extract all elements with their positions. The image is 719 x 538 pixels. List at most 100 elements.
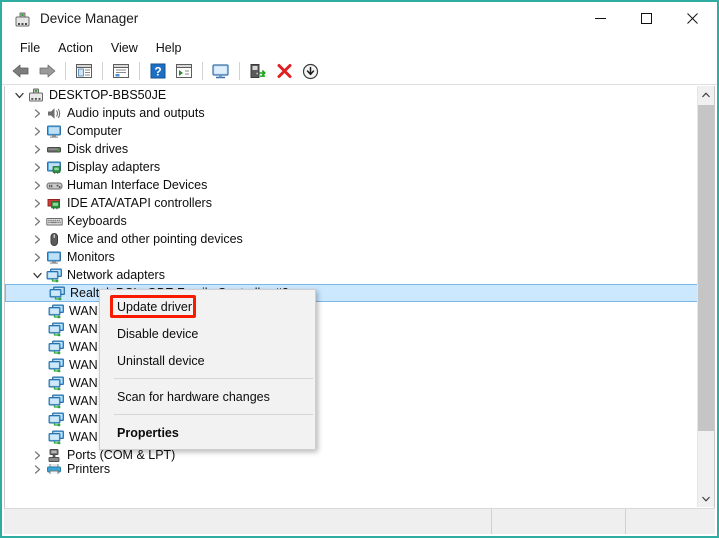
printer-icon (45, 464, 63, 474)
tree-item-computer[interactable]: Computer (5, 122, 699, 140)
context-menu-item-disable-device[interactable]: Disable device (100, 320, 315, 347)
device-manager-icon (14, 12, 31, 28)
context-menu-item-properties[interactable]: Properties (100, 419, 315, 446)
hid-icon (45, 177, 63, 193)
menu-bar: File Action View Help (2, 38, 717, 58)
svg-text:?: ? (154, 65, 161, 79)
tree-item-disk-drives[interactable]: Disk drives (5, 140, 699, 158)
tree-item-display-adapters[interactable]: Display adapters (5, 158, 699, 176)
disk-icon (45, 141, 63, 157)
tree-item-label: Printers (67, 464, 111, 474)
close-button[interactable] (669, 2, 715, 34)
menu-help[interactable]: Help (147, 39, 191, 57)
scroll-up-arrow-icon[interactable] (698, 86, 714, 103)
keyboard-icon (45, 213, 63, 229)
context-menu-separator (114, 414, 313, 415)
tree-item-monitors[interactable]: Monitors (5, 248, 699, 266)
back-arrow-icon[interactable] (8, 59, 34, 83)
context-menu-item-uninstall-device[interactable]: Uninstall device (100, 347, 315, 374)
status-cell-main (4, 509, 492, 534)
title-bar: Device Manager (2, 2, 717, 38)
display-adapter-icon (45, 159, 63, 175)
computer-root-icon (27, 87, 45, 103)
tree-item-mice[interactable]: Mice and other pointing devices (5, 230, 699, 248)
minimize-button[interactable] (577, 2, 623, 34)
menu-file[interactable]: File (11, 39, 49, 57)
ide-controller-icon (45, 195, 63, 211)
help-icon[interactable]: ? (145, 59, 171, 83)
menu-action[interactable]: Action (49, 39, 102, 57)
scroll-down-arrow-icon[interactable] (698, 490, 714, 507)
uninstall-device-icon[interactable] (271, 59, 297, 83)
context-menu-item-update-driver[interactable]: Update driver (100, 293, 315, 320)
tree-item-network-adapters[interactable]: Network adapters (5, 266, 699, 284)
chevron-right-icon[interactable] (29, 195, 45, 211)
vertical-scrollbar[interactable] (697, 86, 714, 507)
tree-item-label: Network adapters (67, 268, 165, 282)
network-device-icon (47, 339, 65, 355)
tree-item-audio[interactable]: Audio inputs and outputs (5, 104, 699, 122)
mouse-icon (45, 231, 63, 247)
port-icon (45, 447, 63, 463)
context-menu-item-scan-for-hardware-changes[interactable]: Scan for hardware changes (100, 383, 315, 410)
monitor-icon (45, 249, 63, 265)
network-device-icon (47, 321, 65, 337)
tree-item-label: Human Interface Devices (67, 178, 208, 192)
status-cell-tertiary (626, 509, 715, 534)
scrollbar-thumb[interactable] (698, 105, 714, 431)
tree-item-label: Monitors (67, 250, 115, 264)
chevron-right-icon[interactable] (29, 177, 45, 193)
maximize-button[interactable] (623, 2, 669, 34)
chevron-right-icon[interactable] (29, 249, 45, 265)
status-bar (4, 508, 715, 534)
toolbar-separator (65, 62, 66, 80)
toolbar-separator (102, 62, 103, 80)
speaker-icon (45, 105, 63, 121)
chevron-right-icon[interactable] (29, 159, 45, 175)
tree-item-printers[interactable]: Printers (5, 464, 699, 474)
network-device-icon (47, 411, 65, 427)
chevron-right-icon[interactable] (29, 213, 45, 229)
forward-arrow-icon[interactable] (34, 59, 60, 83)
device-tree-pane: DESKTOP-BBS50JE Audio inputs and outputs (4, 86, 715, 509)
tree-item-keyboards[interactable]: Keyboards (5, 212, 699, 230)
toolbar: ? (2, 58, 717, 85)
tree-item-label: Keyboards (67, 214, 127, 228)
status-cell-secondary (492, 509, 626, 534)
network-device-icon (47, 303, 65, 319)
show-hide-console-tree-icon[interactable] (71, 59, 97, 83)
monitor-icon (45, 123, 63, 139)
tree-item-hid[interactable]: Human Interface Devices (5, 176, 699, 194)
chevron-right-icon[interactable] (29, 231, 45, 247)
tree-item-label: IDE ATA/ATAPI controllers (67, 196, 212, 210)
scan-hardware-changes-icon[interactable] (208, 59, 234, 83)
chevron-down-icon[interactable] (11, 87, 27, 103)
chevron-right-icon[interactable] (29, 464, 45, 474)
toolbar-separator (239, 62, 240, 80)
window-title: Device Manager (40, 11, 139, 26)
network-device-icon (47, 357, 65, 373)
tree-item-ide-controllers[interactable]: IDE ATA/ATAPI controllers (5, 194, 699, 212)
chevron-right-icon[interactable] (29, 123, 45, 139)
network-device-icon (47, 375, 65, 391)
update-driver-icon[interactable] (245, 59, 271, 83)
action-menu-icon[interactable] (171, 59, 197, 83)
tree-item-label: Display adapters (67, 160, 161, 174)
context-menu: Update driver Disable device Uninstall d… (99, 289, 316, 450)
toolbar-separator (139, 62, 140, 80)
device-manager-window: Device Manager File Action View Help ? D… (0, 0, 719, 538)
tree-item-label: Computer (67, 124, 122, 138)
chevron-right-icon[interactable] (29, 447, 45, 463)
menu-view[interactable]: View (102, 39, 147, 57)
tree-item-label: Ports (COM & LPT) (67, 448, 176, 462)
chevron-right-icon[interactable] (29, 105, 45, 121)
tree-item-label: Audio inputs and outputs (67, 106, 205, 120)
toolbar-separator (202, 62, 203, 80)
tree-item-root[interactable]: DESKTOP-BBS50JE (5, 86, 699, 104)
chevron-down-icon[interactable] (29, 267, 45, 283)
network-device-icon (47, 393, 65, 409)
properties-icon[interactable] (108, 59, 134, 83)
context-menu-separator (114, 378, 313, 379)
disable-device-icon[interactable] (297, 59, 323, 83)
chevron-right-icon[interactable] (29, 141, 45, 157)
